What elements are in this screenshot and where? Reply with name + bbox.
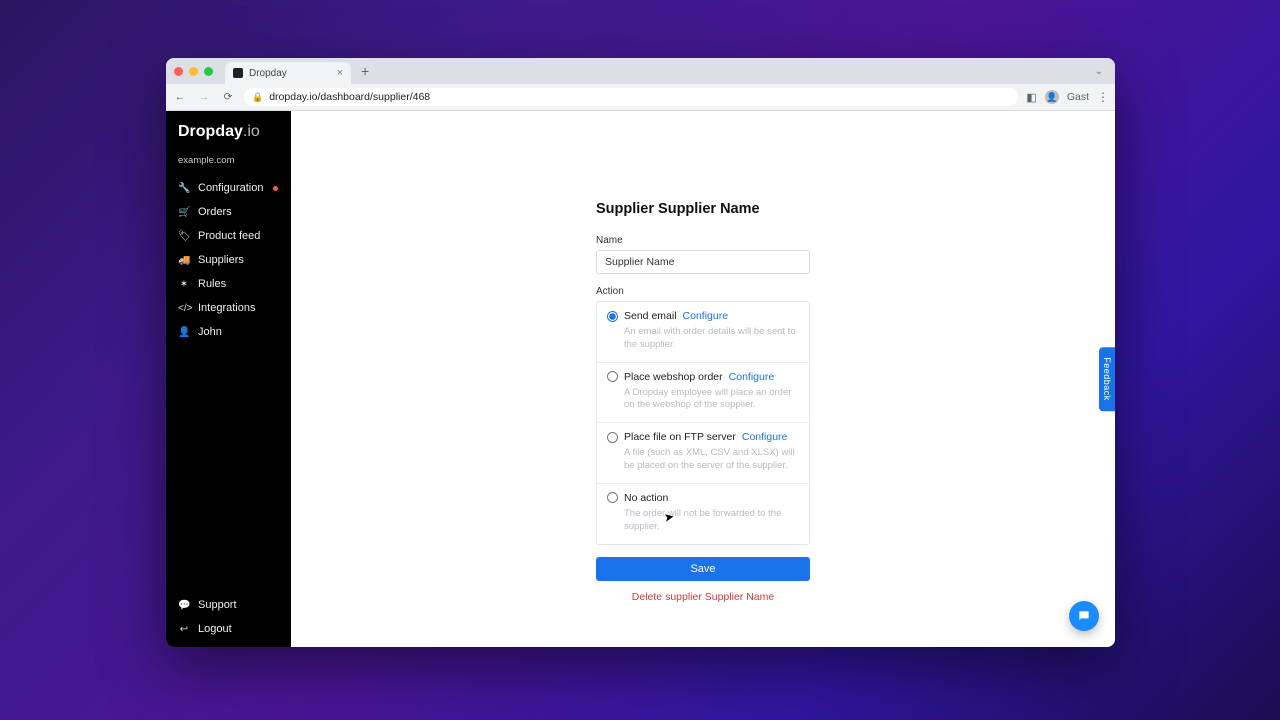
sidebar-item-orders[interactable]: 🛒 Orders: [166, 200, 291, 224]
radio-description: A Dropday employee will place an order o…: [624, 387, 799, 413]
sidebar-item-label: Support: [198, 599, 237, 611]
action-radio-group: Send email Configure An email with order…: [596, 301, 810, 545]
cart-icon: 🛒: [178, 207, 190, 218]
sidebar-item-suppliers[interactable]: 🚚 Suppliers: [166, 248, 291, 272]
truck-icon: 🚚: [178, 255, 190, 266]
sidebar-item-product-feed[interactable]: 🏷 Product feed: [166, 224, 291, 248]
configure-link[interactable]: Configure: [729, 371, 775, 383]
alert-dot-icon: [273, 186, 278, 191]
sidebar-item-label: Product feed: [198, 230, 260, 242]
profile-label[interactable]: Gast: [1067, 91, 1089, 103]
chat-widget-button[interactable]: [1069, 601, 1099, 631]
profile-avatar-icon[interactable]: 👤: [1045, 90, 1059, 104]
page-title: Supplier Supplier Name: [596, 201, 810, 217]
lock-icon: 🔒: [252, 92, 263, 103]
window-controls[interactable]: [174, 67, 213, 76]
radio-no-action[interactable]: [607, 492, 618, 503]
sidebar-item-configuration[interactable]: 🔧 Configuration: [166, 176, 291, 200]
delete-supplier-link[interactable]: Delete supplier Supplier Name: [596, 591, 810, 603]
browser-menu-icon[interactable]: ⋮: [1097, 90, 1109, 104]
sidebar-item-integrations[interactable]: </> Integrations: [166, 296, 291, 320]
chat-bubble-icon: [1077, 609, 1091, 623]
shuffle-icon: ✶: [178, 279, 190, 290]
sidebar-item-label: Integrations: [198, 302, 255, 314]
sidebar-item-logout[interactable]: ↩ Logout: [166, 617, 291, 641]
sidebar-bottom: 💬 Support ↩ Logout: [166, 593, 291, 647]
logout-icon: ↩: [178, 624, 190, 635]
maximize-window-icon[interactable]: [204, 67, 213, 76]
sidebar-item-rules[interactable]: ✶ Rules: [166, 272, 291, 296]
browser-tab-strip: Dropday × + ⌄: [166, 58, 1115, 84]
app-logo[interactable]: Dropday.io: [166, 111, 291, 149]
radio-title: Place webshop order: [624, 371, 723, 383]
action-option-none[interactable]: No action The order will not be forwarde…: [597, 484, 809, 544]
tag-icon: 🏷: [178, 231, 190, 242]
url-text: dropday.io/dashboard/supplier/468: [269, 91, 430, 103]
save-button[interactable]: Save: [596, 557, 810, 581]
extensions-icon[interactable]: ◧: [1026, 91, 1036, 104]
radio-send-email[interactable]: [607, 311, 618, 322]
address-bar[interactable]: 🔒 dropday.io/dashboard/supplier/468: [244, 88, 1018, 106]
radio-description: A file (such as XML, CSV and XLSX) will …: [624, 447, 799, 473]
radio-ftp[interactable]: [607, 432, 618, 443]
name-label: Name: [596, 235, 810, 246]
back-button[interactable]: ←: [172, 91, 188, 103]
sidebar-item-label: John: [198, 326, 222, 338]
sidebar-item-label: Configuration: [198, 182, 263, 194]
radio-description: The order will not be forwarded to the s…: [624, 508, 799, 534]
radio-title: Place file on FTP server: [624, 431, 736, 443]
configure-link[interactable]: Configure: [683, 310, 729, 322]
wrench-icon: 🔧: [178, 183, 190, 194]
radio-webshop[interactable]: [607, 371, 618, 382]
reload-button[interactable]: ⟳: [220, 91, 236, 103]
app-viewport: Dropday.io example.com 🔧 Configuration 🛒…: [166, 111, 1115, 647]
radio-description: An email with order details will be sent…: [624, 326, 799, 352]
sidebar-item-user[interactable]: 👤 John: [166, 320, 291, 344]
action-option-send-email[interactable]: Send email Configure An email with order…: [597, 302, 809, 363]
configure-link[interactable]: Configure: [742, 431, 788, 443]
minimize-window-icon[interactable]: [189, 67, 198, 76]
supplier-name-input[interactable]: [596, 250, 810, 274]
feedback-tab[interactable]: Feedback: [1099, 347, 1115, 411]
tabs-overflow-icon[interactable]: ⌄: [1091, 66, 1107, 77]
sidebar: Dropday.io example.com 🔧 Configuration 🛒…: [166, 111, 291, 647]
action-option-ftp[interactable]: Place file on FTP server Configure A fil…: [597, 423, 809, 484]
sidebar-item-label: Orders: [198, 206, 232, 218]
main-panel: Supplier Supplier Name Name Action Send …: [291, 111, 1115, 647]
browser-window: Dropday × + ⌄ ← → ⟳ 🔒 dropday.io/dashboa…: [166, 58, 1115, 647]
user-icon: 👤: [178, 327, 190, 338]
code-icon: </>: [178, 303, 190, 314]
sidebar-item-label: Suppliers: [198, 254, 244, 266]
new-tab-button[interactable]: +: [357, 64, 373, 78]
action-option-webshop[interactable]: Place webshop order Configure A Dropday …: [597, 363, 809, 424]
radio-title: Send email: [624, 310, 677, 322]
action-label: Action: [596, 286, 810, 297]
browser-toolbar: ← → ⟳ 🔒 dropday.io/dashboard/supplier/46…: [166, 84, 1115, 111]
sidebar-nav: 🔧 Configuration 🛒 Orders 🏷 Product feed …: [166, 176, 291, 593]
connected-domain: example.com: [166, 149, 291, 176]
app-tld: .io: [243, 123, 260, 140]
sidebar-item-label: Rules: [198, 278, 226, 290]
sidebar-item-support[interactable]: 💬 Support: [166, 593, 291, 617]
chat-icon: 💬: [178, 600, 190, 611]
favicon-icon: [233, 68, 243, 78]
sidebar-item-label: Logout: [198, 623, 232, 635]
forward-button[interactable]: →: [196, 91, 212, 103]
app-name: Dropday: [178, 123, 243, 140]
close-tab-icon[interactable]: ×: [337, 68, 343, 79]
radio-title: No action: [624, 492, 668, 504]
browser-tab[interactable]: Dropday ×: [225, 62, 351, 84]
close-window-icon[interactable]: [174, 67, 183, 76]
tab-title: Dropday: [249, 68, 287, 79]
